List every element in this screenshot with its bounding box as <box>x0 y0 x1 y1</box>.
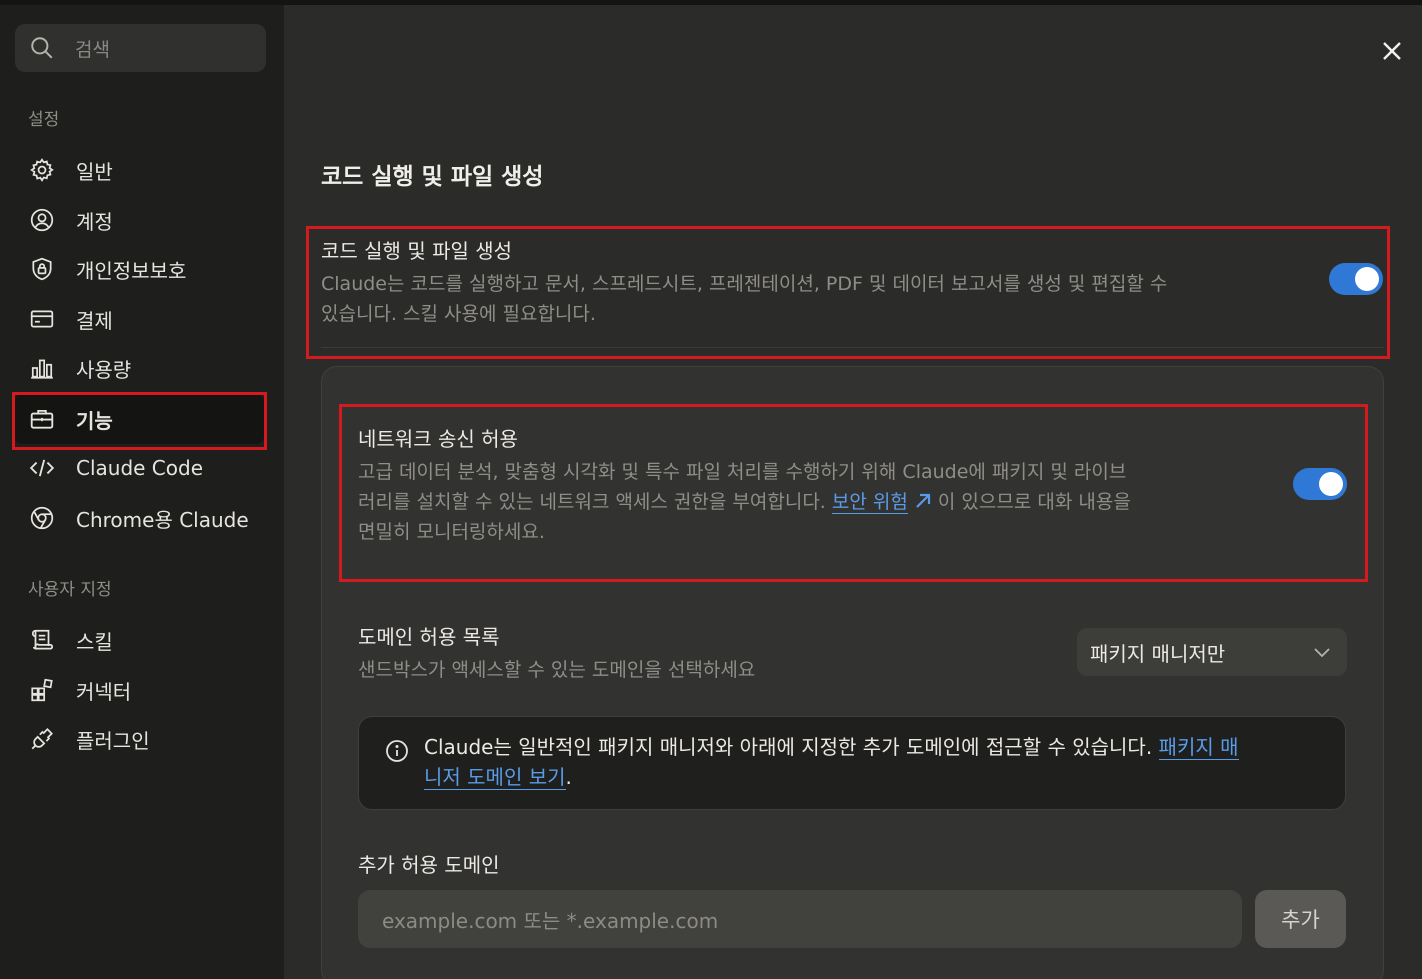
gear-icon <box>28 156 56 184</box>
plug-icon <box>28 725 56 753</box>
credit-card-icon <box>28 305 56 333</box>
highlight-box-network-egress <box>339 404 1368 582</box>
sidebar-item-billing[interactable]: 결제 <box>14 294 264 344</box>
extra-domains-title: 추가 허용 도메인 <box>358 853 500 877</box>
search-icon <box>31 37 53 59</box>
sidebar-item-chrome[interactable]: Chrome용 Claude <box>14 493 264 543</box>
user-circle-icon <box>28 206 56 234</box>
sidebar-item-label: 일반 <box>76 159 113 184</box>
add-domain-button[interactable]: 추가 <box>1255 890 1346 948</box>
section-label-custom: 사용자 지정 <box>28 580 112 600</box>
info-period: . <box>565 765 572 789</box>
sidebar-item-account[interactable]: 계정 <box>14 195 264 245</box>
package-manager-domains-link[interactable]: 패키지 매 <box>1158 735 1239 760</box>
highlight-box-code-exec <box>306 226 1390 359</box>
search-placeholder: 검색 <box>75 38 110 61</box>
sidebar-item-label: 스킬 <box>76 629 113 654</box>
chrome-icon <box>28 504 56 532</box>
sidebar-item-label: Claude Code <box>76 456 204 480</box>
domain-allowlist-value: 패키지 매니저만 <box>1090 641 1226 666</box>
info-text-body: Claude는 일반적인 패키지 매니저와 아래에 지정한 추가 도메인에 접근… <box>424 735 1159 759</box>
shield-lock-icon <box>28 255 56 283</box>
info-icon <box>386 740 408 762</box>
bar-chart-icon <box>28 354 56 382</box>
search-input[interactable]: 검색 <box>15 24 266 72</box>
info-callout: Claude는 일반적인 패키지 매니저와 아래에 지정한 추가 도메인에 접근… <box>358 716 1346 810</box>
sidebar: 검색 설정 일반 계정 개인정보보호 결제 사용량 기능 Claude Code… <box>0 5 284 979</box>
extra-domain-placeholder: example.com 또는 *.example.com <box>382 908 719 933</box>
highlight-box-features <box>12 392 267 450</box>
sidebar-item-claude-code[interactable]: Claude Code <box>14 443 264 493</box>
domain-allowlist-select[interactable]: 패키지 매니저만 <box>1077 628 1347 676</box>
close-button[interactable] <box>1376 35 1408 67</box>
code-icon <box>28 454 56 482</box>
sidebar-item-connectors[interactable]: 커넥터 <box>14 665 264 715</box>
sidebar-item-usage[interactable]: 사용량 <box>14 343 264 393</box>
sidebar-item-label: 사용량 <box>76 357 132 382</box>
blocks-icon <box>28 676 56 704</box>
sidebar-item-privacy[interactable]: 개인정보보호 <box>14 244 264 294</box>
domain-allowlist-title: 도메인 허용 목록 <box>358 625 500 649</box>
close-icon <box>1383 42 1401 60</box>
sidebar-item-plugins[interactable]: 플러그인 <box>14 714 264 764</box>
sidebar-item-skills[interactable]: 스킬 <box>14 615 264 665</box>
section-label-settings: 설정 <box>28 110 60 130</box>
package-manager-domains-link-cont[interactable]: 니저 도메인 보기 <box>424 765 566 790</box>
sidebar-item-general[interactable]: 일반 <box>14 145 264 195</box>
sidebar-item-label: 커넥터 <box>76 679 132 704</box>
extra-domain-input[interactable]: example.com 또는 *.example.com <box>358 890 1242 948</box>
sidebar-item-label: 플러그인 <box>76 728 150 753</box>
info-text: Claude는 일반적인 패키지 매니저와 아래에 지정한 추가 도메인에 접근… <box>424 732 1324 792</box>
sidebar-item-label: Chrome용 Claude <box>76 507 249 532</box>
sidebar-item-label: 계정 <box>76 209 113 234</box>
domain-allowlist-description: 샌드박스가 액세스할 수 있는 도메인을 선택하세요 <box>358 659 756 681</box>
chevron-down-icon <box>1314 648 1330 658</box>
scroll-icon <box>28 626 56 654</box>
sidebar-item-label: 개인정보보호 <box>76 258 187 283</box>
page-title: 코드 실행 및 파일 생성 <box>321 164 544 190</box>
sidebar-item-label: 결제 <box>76 308 113 333</box>
